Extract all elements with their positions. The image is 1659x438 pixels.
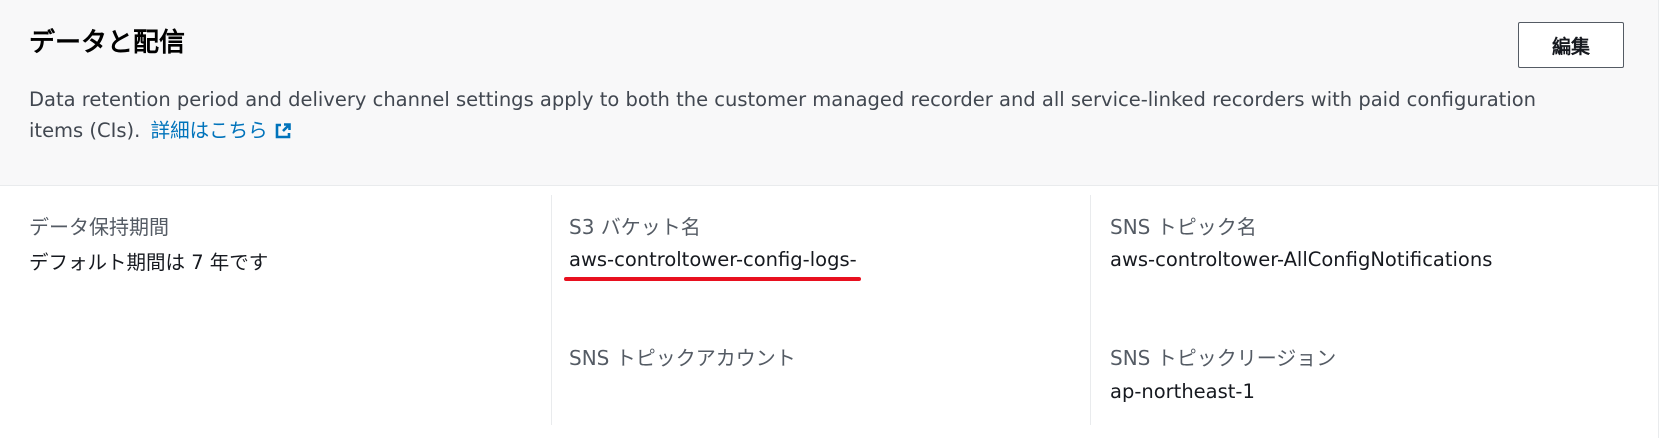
learn-more-link[interactable]: 詳細はこちら (151, 119, 292, 142)
panel-header: データと配信 編集 Data retention period and deli… (0, 0, 1658, 186)
external-link-icon (274, 118, 292, 149)
s3-bucket-label: S3 バケット名 (569, 215, 701, 239)
column-divider (1090, 195, 1091, 425)
sns-topic-value: aws-controltower-AllConfigNotifications (1110, 248, 1493, 271)
sns-region-value: ap-northeast-1 (1110, 380, 1255, 403)
retention-label: データ保持期間 (29, 215, 169, 239)
column-divider (551, 195, 552, 425)
data-delivery-panel: データと配信 編集 Data retention period and deli… (0, 0, 1659, 438)
s3-bucket-value: aws-controltower-config-logs- (569, 248, 857, 271)
learn-more-label: 詳細はこちら (150, 119, 268, 142)
annotation-underline (564, 277, 861, 281)
sns-topic-label: SNS トピック名 (1110, 215, 1257, 239)
sns-region-label: SNS トピックリージョン (1110, 346, 1337, 370)
retention-value: デフォルト期間は 7 年です (29, 251, 269, 274)
panel-title: データと配信 (29, 28, 186, 58)
sns-account-label: SNS トピックアカウント (569, 346, 796, 370)
panel-description: Data retention period and delivery chann… (29, 84, 1549, 149)
edit-button[interactable]: 編集 (1518, 22, 1624, 68)
